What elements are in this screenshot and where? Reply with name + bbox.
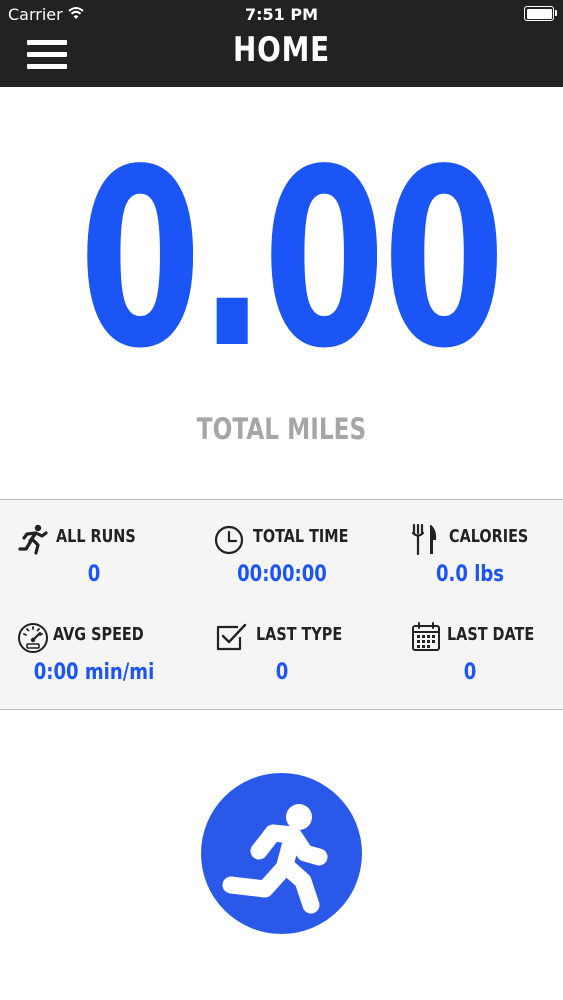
stat-label-avg-speed: AVG SPEED — [53, 624, 144, 645]
clock-icon — [214, 525, 244, 555]
stat-label-all-runs: ALL RUNS — [56, 526, 136, 547]
top-bar: Carrier 7:51 PM HOME — [0, 0, 563, 87]
stat-label-last-type: LAST TYPE — [256, 624, 343, 645]
stat-value-calories: 0.0 lbs — [435, 562, 505, 587]
start-run-button[interactable] — [201, 773, 362, 934]
stat-label-total-time: TOTAL TIME — [253, 526, 349, 547]
checkbox-icon — [216, 623, 247, 651]
page-title: HOME — [232, 30, 331, 70]
fork-knife-icon — [411, 523, 437, 556]
total-miles-value: 0.00 — [78, 117, 506, 402]
status-bar: Carrier 7:51 PM — [0, 0, 563, 28]
status-time: 7:51 PM — [244, 5, 318, 24]
running-person-icon — [222, 804, 328, 914]
stat-value-avg-speed: 0:00 min/mi — [33, 660, 155, 685]
total-miles-label: TOTAL MILES — [196, 412, 367, 446]
battery-tip — [555, 10, 557, 16]
speedometer-icon — [18, 623, 48, 653]
runner-icon — [18, 524, 48, 555]
stat-label-last-date: LAST DATE — [447, 624, 535, 645]
stat-value-all-runs: 0 — [87, 562, 101, 587]
battery-icon — [524, 6, 554, 21]
stat-value-last-type: 0 — [275, 660, 289, 685]
stat-label-calories: CALORIES — [449, 526, 529, 547]
stat-value-last-date: 0 — [463, 660, 477, 685]
stats-panel: ALL RUNS 0 TOTAL TIME 00:00:00 CALORIES … — [0, 499, 563, 710]
stat-value-total-time: 00:00:00 — [237, 562, 327, 587]
calendar-icon — [412, 622, 440, 651]
